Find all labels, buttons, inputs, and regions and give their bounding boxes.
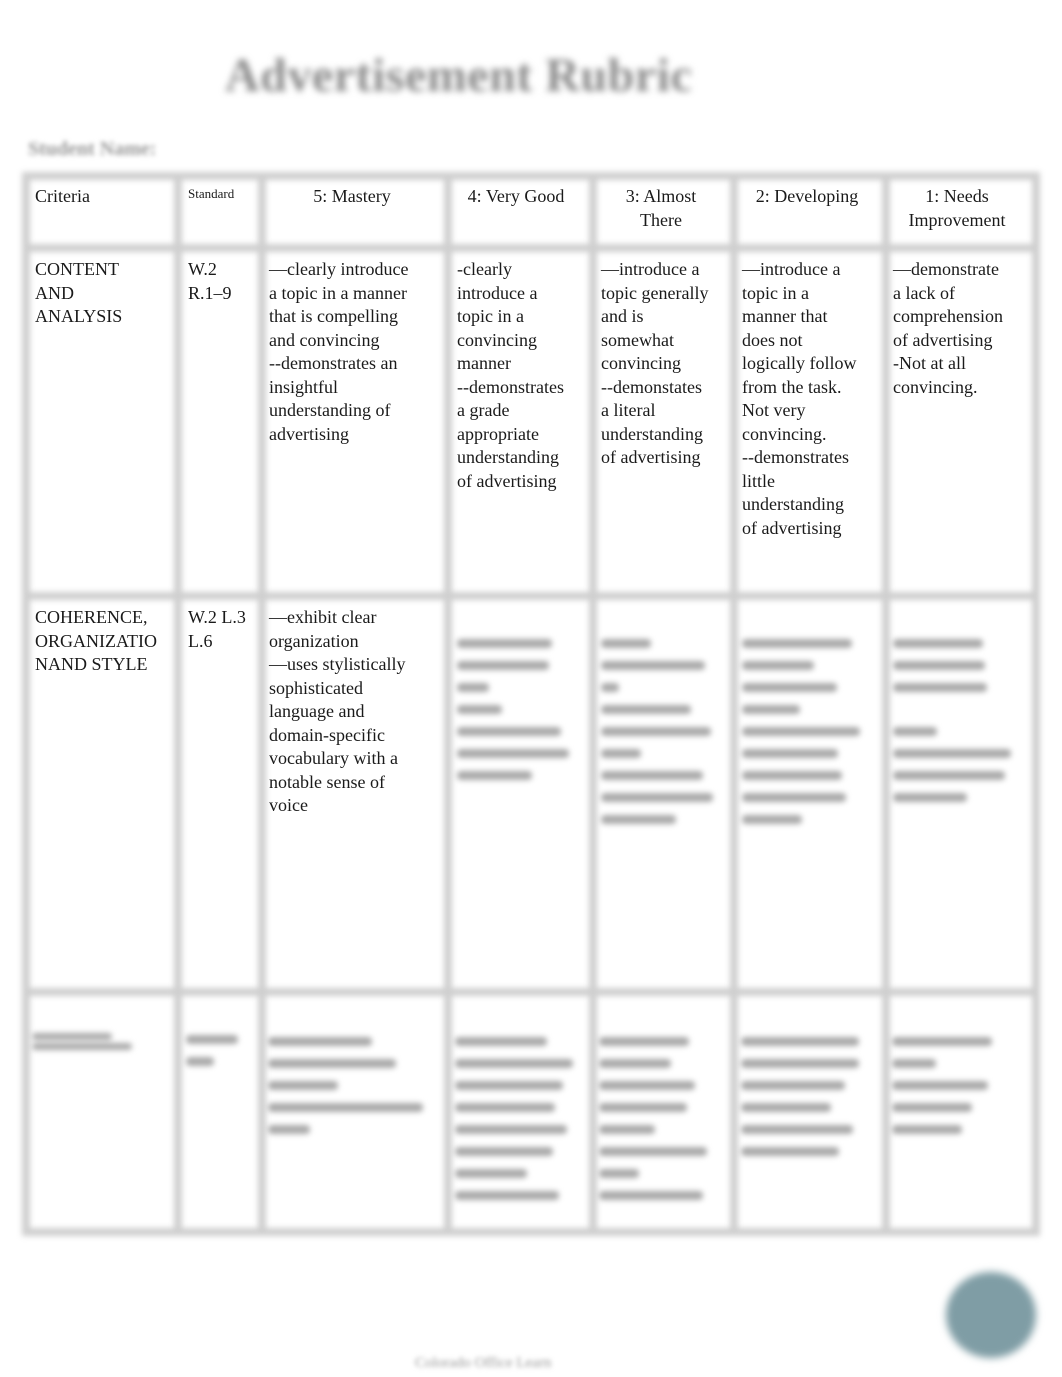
help-bubble-icon[interactable] [946, 1272, 1036, 1358]
column-divider [589, 172, 597, 1236]
column-divider [258, 172, 266, 1236]
row-level-4: -clearly introduce a topic in a convinci… [457, 259, 564, 491]
row-standard: W.2 R.1–9 [188, 259, 232, 303]
row-level-2-redacted [741, 1006, 876, 1192]
header-standard: Standard [188, 186, 235, 201]
column-divider [730, 172, 738, 1236]
table-border-left [22, 172, 30, 1236]
table-border-right [1032, 172, 1040, 1236]
column-divider [444, 172, 452, 1236]
footer-text: Colorado Office Learn [415, 1355, 552, 1371]
row-level-4-redacted [457, 608, 577, 816]
header-level-2: 2: Developing [755, 186, 859, 206]
header-level-5: 5: Mastery [313, 186, 391, 206]
student-name-label: Student Name: [28, 138, 157, 160]
row-level-3: —introduce a topic generally and is some… [601, 259, 709, 467]
row-level-3-redacted [601, 608, 721, 860]
header-level-3: 3: Almost There [625, 186, 697, 230]
rubric-table: Criteria Standard 5: Mastery 4: Very Goo… [22, 172, 1040, 1236]
row-level-5: —exhibit clear organization —uses stylis… [269, 607, 406, 815]
header-criteria: Criteria [35, 186, 90, 206]
row-level-5: —clearly introduce a topic in a manner t… [269, 259, 409, 444]
row-criteria-redacted [32, 1004, 162, 1076]
row-standard: W.2 L.3 L.6 [188, 607, 246, 651]
row-level-1-redacted [893, 608, 1023, 838]
header-level-1: 1: Needs Improvement [908, 186, 1006, 230]
column-divider [174, 172, 182, 1236]
row-level-3-redacted [599, 1006, 724, 1236]
row-level-1-redacted [892, 1006, 1022, 1170]
row-level-2-redacted [742, 608, 872, 860]
row-level-5-redacted [268, 1006, 433, 1170]
column-divider [882, 172, 890, 1236]
document-title: Advertisement Rubric [225, 49, 693, 102]
row-criteria: CONTENT AND ANALYSIS [35, 259, 123, 326]
row-level-2: —introduce a topic in a manner that does… [742, 259, 857, 538]
row-criteria: COHERENCE, ORGANIZATIO NAND STYLE [35, 607, 157, 674]
header-level-4: 4: Very Good [467, 186, 565, 206]
row-standard-redacted [186, 1004, 246, 1102]
row-level-1: —demonstrate a lack of comprehension of … [893, 259, 1003, 397]
row-level-4-redacted [455, 1006, 585, 1236]
